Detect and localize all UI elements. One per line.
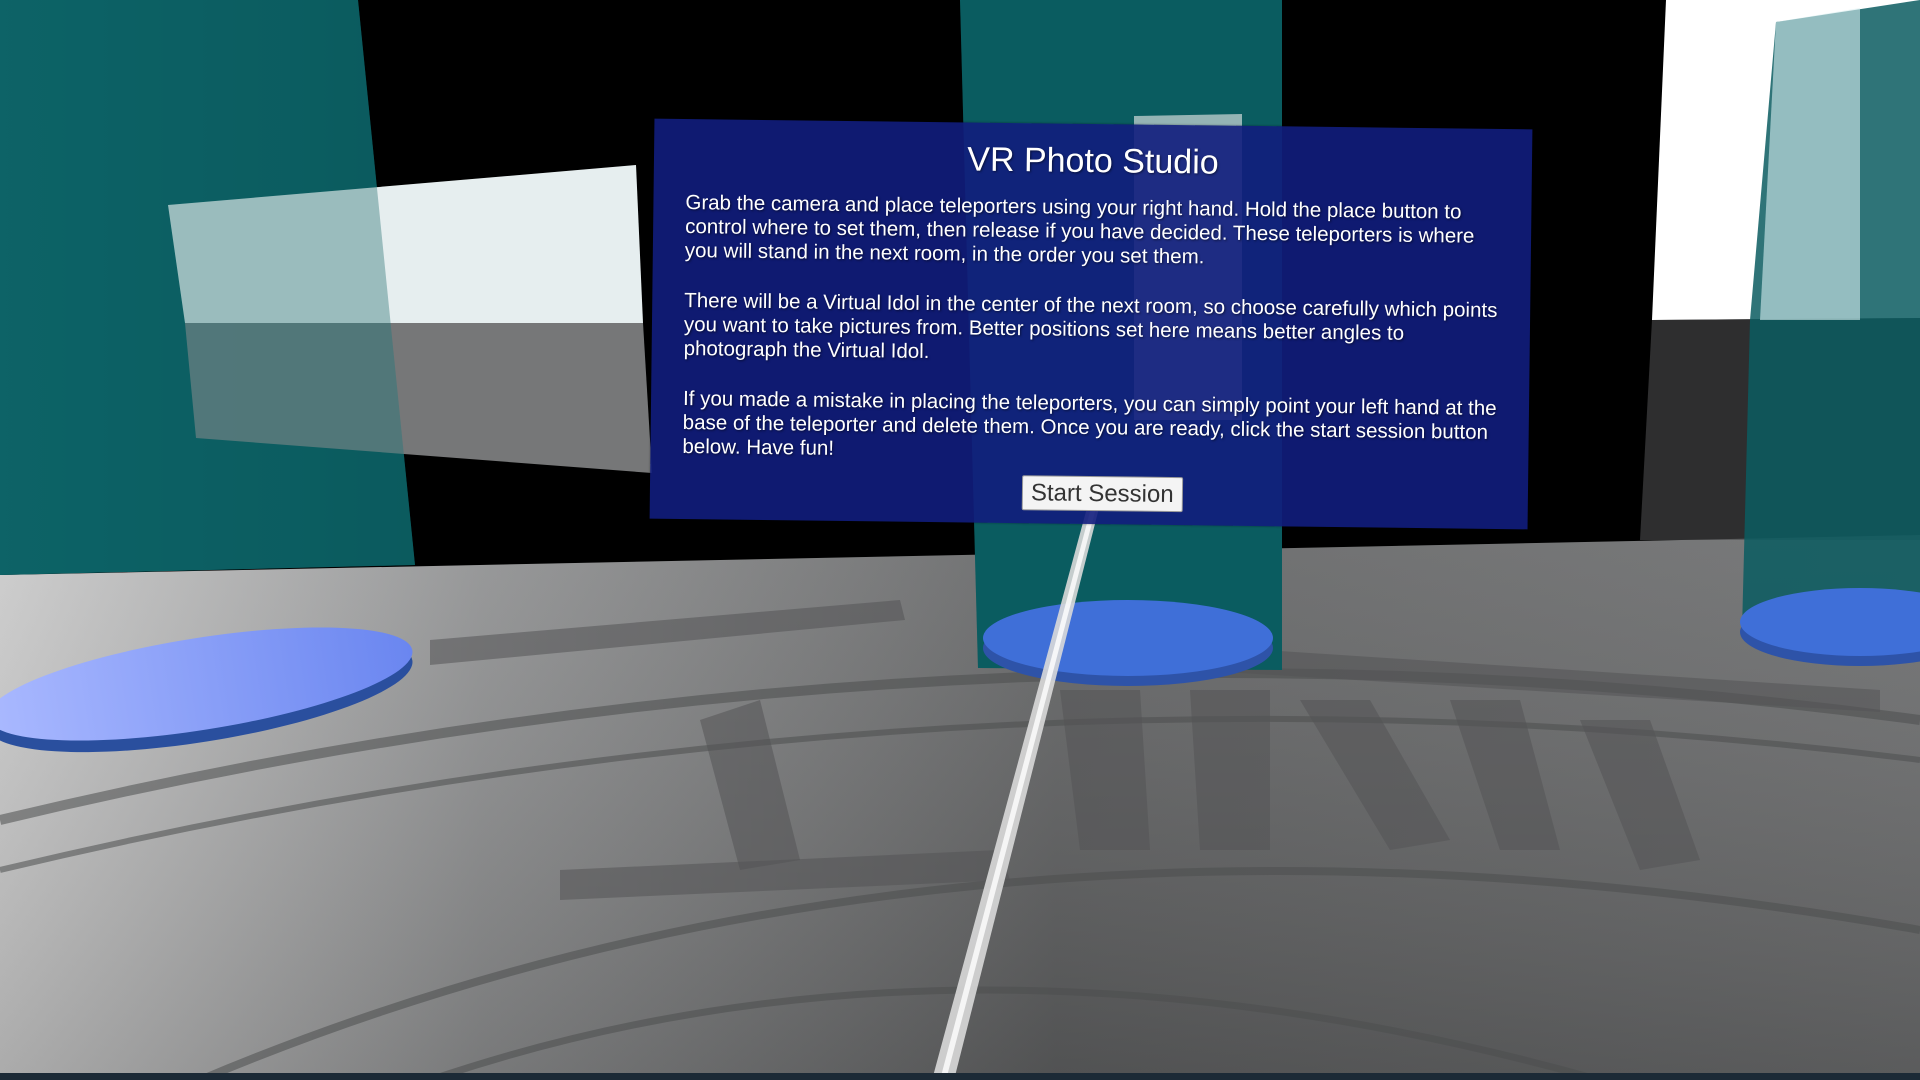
panel-title: VR Photo Studio — [967, 140, 1219, 182]
instruction-paragraph-virtual-idol: There will be a Virtual Idol in the cent… — [683, 289, 1498, 364]
instruction-paragraph-delete: If you made a mistake in placing the tel… — [682, 387, 1497, 460]
vr-scene-viewport: VR Photo Studio Grab the camera and plac… — [0, 0, 1920, 1080]
instruction-panel: VR Photo Studio Grab the camera and plac… — [649, 118, 1533, 530]
center-teleporter-disc — [983, 600, 1273, 686]
bottom-edge-bar — [0, 1073, 1920, 1080]
instruction-paragraph-teleporters: Grab the camera and place teleporters us… — [684, 191, 1475, 269]
start-session-button[interactable]: Start Session — [1021, 475, 1183, 513]
